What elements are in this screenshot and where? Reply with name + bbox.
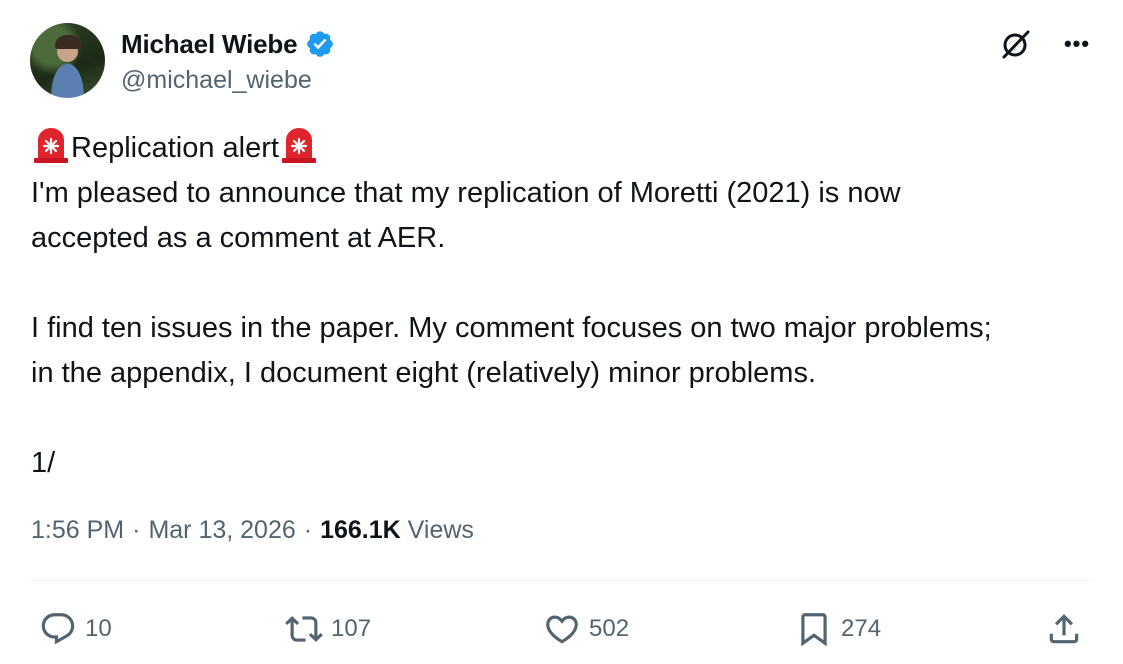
repost-icon — [285, 616, 323, 642]
divider — [31, 580, 1093, 581]
more-icon[interactable]: ••• — [1059, 26, 1095, 62]
tweet-line-1: Replication alert — [31, 126, 1111, 171]
repost-button[interactable]: 107 — [285, 606, 371, 652]
tweet-meta: 1:56 PM · Mar 13, 2026 · 166.1K Views — [31, 516, 474, 545]
meta-separator: · — [132, 516, 141, 544]
share-button[interactable] — [1045, 606, 1083, 652]
tweet-line-2: I'm pleased to announce that my replicat… — [31, 177, 901, 209]
repost-count: 107 — [331, 615, 372, 642]
bookmark-count: 274 — [841, 615, 882, 642]
bookmark-button[interactable]: 274 — [795, 606, 881, 652]
author-handle[interactable]: @michael_wiebe — [121, 66, 312, 95]
reply-icon — [41, 613, 75, 645]
author-name[interactable]: Michael Wiebe — [121, 29, 298, 60]
tweet-line-4: I find ten issues in the paper. My comme… — [31, 312, 992, 344]
views-count: 166.1K — [320, 516, 401, 544]
tweet-line-6: 1/ — [31, 447, 56, 479]
author-row: Michael Wiebe — [121, 27, 335, 61]
grok-icon[interactable] — [997, 26, 1033, 62]
reply-count: 10 — [85, 615, 112, 642]
verified-badge-icon — [307, 31, 334, 57]
bookmark-icon — [801, 613, 827, 647]
tweet-line-5: in the appendix, I document eight (relat… — [31, 357, 816, 389]
reply-button[interactable]: 10 — [39, 606, 112, 652]
tweet-line-3: accepted as a comment at AER. — [31, 222, 446, 254]
tweet-line-1-text: Replication alert — [71, 132, 279, 164]
tweet-date[interactable]: Mar 13, 2026 — [148, 516, 295, 545]
police-car-light-emoji-icon — [34, 128, 68, 163]
like-button[interactable]: 502 — [543, 606, 629, 652]
share-icon — [1049, 614, 1079, 644]
meta-separator: · — [303, 516, 313, 544]
heart-icon — [546, 615, 578, 644]
views-label: Views — [407, 516, 474, 544]
tweet-time[interactable]: 1:56 PM — [31, 516, 124, 545]
action-bar: 10 107 502 274 — [31, 606, 1093, 652]
tweet-text: Replication alert I'm pleased to announc… — [31, 126, 1111, 486]
like-count: 502 — [589, 615, 630, 642]
top-icons: ••• — [997, 26, 1095, 62]
police-car-light-emoji-icon — [281, 128, 316, 163]
avatar[interactable] — [30, 23, 105, 98]
